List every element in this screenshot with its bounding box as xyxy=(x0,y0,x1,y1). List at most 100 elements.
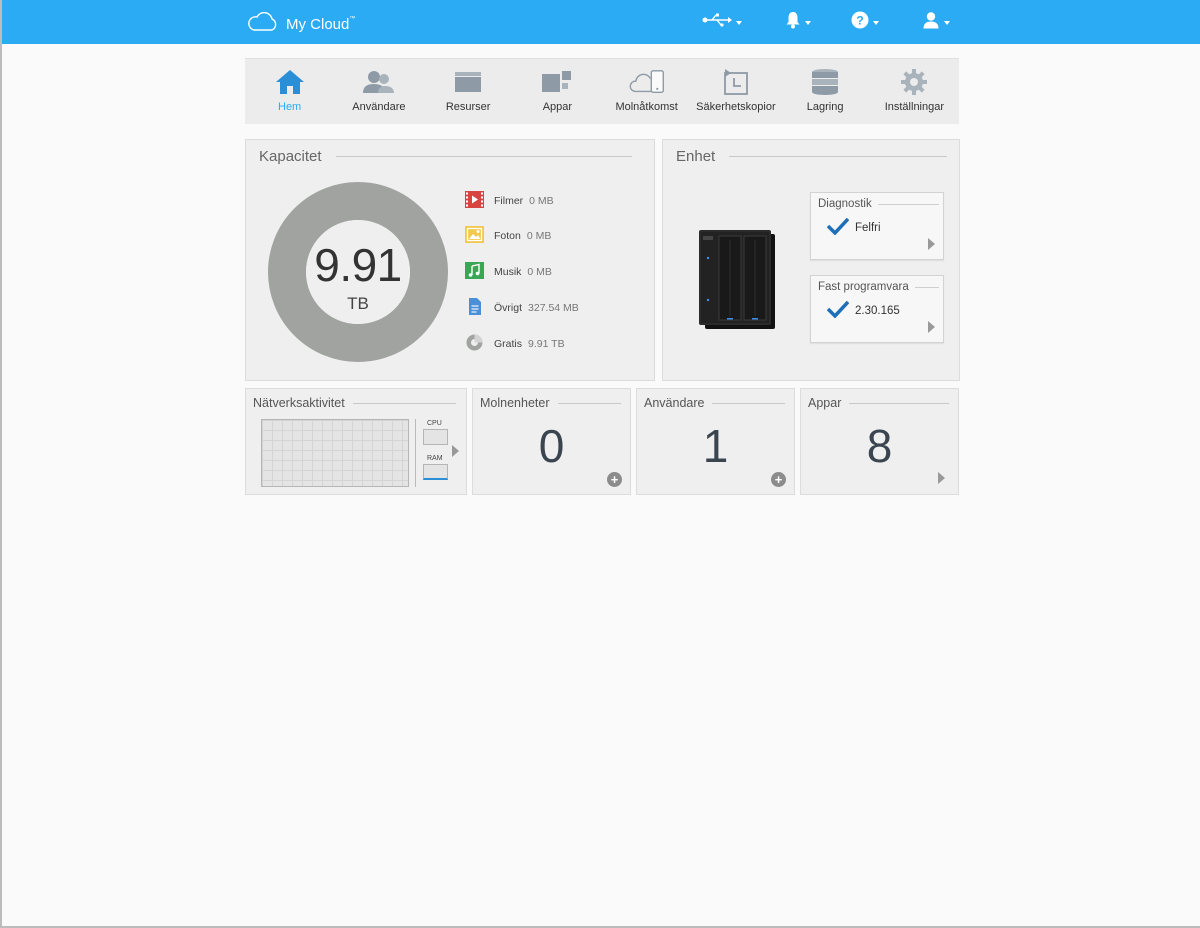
nav-item-storage[interactable]: Lagring xyxy=(781,59,870,124)
cloud-devices-panel: Molnenheter 0 + xyxy=(472,388,631,495)
legend-item-free: Gratis 9.91 TB xyxy=(465,333,565,355)
panel-title: Appar xyxy=(808,396,850,410)
chevron-right-icon[interactable] xyxy=(452,445,459,457)
panel-title: Enhet xyxy=(676,148,730,165)
usb-menu[interactable] xyxy=(702,12,742,32)
legend-label: Musik xyxy=(494,266,522,278)
cpu-meter xyxy=(423,429,448,445)
add-cloud-device-button[interactable]: + xyxy=(607,472,622,487)
nav-item-settings[interactable]: Inställningar xyxy=(870,59,959,124)
bell-icon xyxy=(785,11,801,34)
panel-title: Användare xyxy=(644,396,713,410)
nav-item-home[interactable]: Hem xyxy=(245,59,334,124)
cloud-logo-icon xyxy=(246,11,280,37)
nav-item-shares[interactable]: Resurser xyxy=(424,59,513,124)
home-icon xyxy=(272,67,308,97)
music-icon xyxy=(465,262,484,282)
pie-icon xyxy=(465,333,484,355)
legend-item-photos: Foton 0 MB xyxy=(465,226,551,246)
firmware-panel[interactable]: Fast programvara 2.30.165 xyxy=(810,275,944,343)
user-icon xyxy=(922,11,940,34)
network-activity-graph xyxy=(261,419,409,487)
nav-label: Säkerhetskopior xyxy=(696,101,776,113)
firmware-title: Fast programvara xyxy=(818,281,915,293)
nav-label: Inställningar xyxy=(884,101,945,113)
nas-device-image xyxy=(699,230,777,335)
main-nav: Hem Användare Resurser Appar Molnåtkomst… xyxy=(245,58,959,124)
diagnostics-panel[interactable]: Diagnostik Felfri xyxy=(810,192,944,260)
chevron-down-icon xyxy=(873,21,879,25)
diagnostics-title: Diagnostik xyxy=(818,198,878,210)
panel-title: Nätverksaktivitet xyxy=(253,396,353,410)
nav-label: Appar xyxy=(542,101,573,113)
nav-item-apps[interactable]: Appar xyxy=(513,59,602,124)
nav-label: Hem xyxy=(278,101,302,113)
help-menu[interactable]: ? xyxy=(851,11,879,34)
users-panel: Användare 1 + xyxy=(636,388,795,495)
help-icon: ? xyxy=(851,11,869,34)
document-icon xyxy=(465,297,484,319)
nav-item-cloud-access[interactable]: Molnåtkomst xyxy=(602,59,691,124)
divider xyxy=(415,419,416,487)
firmware-version: 2.30.165 xyxy=(855,304,900,317)
network-activity-panel: Nätverksaktivitet CPU RAM xyxy=(245,388,467,495)
nav-label: Molnåtkomst xyxy=(615,101,678,113)
device-panel: Enhet Diagnostik Felfri Fast programvara… xyxy=(662,139,960,381)
checkmark-icon xyxy=(826,300,850,321)
nav-item-backups[interactable]: Säkerhetskopior xyxy=(691,59,780,124)
chevron-right-icon[interactable] xyxy=(928,321,935,333)
chevron-down-icon xyxy=(805,21,811,25)
legend-value: 0 MB xyxy=(529,195,554,207)
nav-item-users[interactable]: Användare xyxy=(334,59,423,124)
panel-title: Molnenheter xyxy=(480,396,558,410)
apps-panel: Appar 8 xyxy=(800,388,959,495)
add-user-button[interactable]: + xyxy=(771,472,786,487)
chevron-right-icon[interactable] xyxy=(928,238,935,250)
legend-label: Foton xyxy=(494,230,521,242)
users-icon xyxy=(361,67,397,97)
legend-label: Övrigt xyxy=(494,302,523,314)
free-capacity-value: 9.91 xyxy=(314,239,402,291)
legend-value: 327.54 MB xyxy=(528,302,579,314)
user-menu[interactable] xyxy=(922,11,950,34)
capacity-panel: Kapacitet 9.91 TB Filmer 0 MB Foton 0 MB… xyxy=(245,139,655,381)
ram-label: RAM xyxy=(427,455,443,462)
folder-icon xyxy=(450,67,486,97)
top-bar: My Cloud™ ? xyxy=(2,0,1200,44)
users-count: 1 xyxy=(702,420,729,472)
legend-label: Filmer xyxy=(494,195,524,207)
chevron-down-icon xyxy=(736,21,742,25)
app-logo[interactable]: My Cloud™ xyxy=(246,11,356,37)
diagnostics-status: Felfri xyxy=(826,217,881,238)
cloud-devices-count: 0 xyxy=(538,420,565,472)
legend-item-music: Musik 0 MB xyxy=(465,262,552,282)
legend-value: 0 MB xyxy=(526,230,552,242)
diagnostics-value: Felfri xyxy=(855,221,881,234)
checkmark-icon xyxy=(826,217,850,238)
gear-icon xyxy=(896,67,932,97)
legend-item-films: Filmer 0 MB xyxy=(465,191,554,211)
storage-icon xyxy=(807,67,843,97)
chevron-down-icon xyxy=(944,21,950,25)
free-capacity-unit: TB xyxy=(347,294,369,313)
apps-count: 8 xyxy=(866,420,893,472)
nav-label: Resurser xyxy=(445,101,491,113)
apps-icon xyxy=(539,67,575,97)
backup-icon xyxy=(718,67,754,97)
legend-label: Gratis xyxy=(494,338,523,350)
cloud-device-icon xyxy=(629,67,665,97)
window-border-left xyxy=(0,0,2,928)
app-name: My Cloud™ xyxy=(286,16,356,33)
panel-title: Kapacitet xyxy=(259,148,336,165)
notifications-menu[interactable] xyxy=(785,11,811,34)
nav-label: Användare xyxy=(352,101,406,113)
chevron-right-icon[interactable] xyxy=(938,472,945,484)
cpu-label: CPU xyxy=(427,420,442,427)
capacity-donut: 9.91 TB xyxy=(268,182,448,362)
legend-value: 9.91 TB xyxy=(528,338,565,350)
ram-meter xyxy=(423,464,448,480)
legend-value: 0 MB xyxy=(527,266,552,278)
firmware-status: 2.30.165 xyxy=(826,300,900,321)
svg-text:?: ? xyxy=(856,13,863,27)
usb-icon xyxy=(702,13,732,32)
